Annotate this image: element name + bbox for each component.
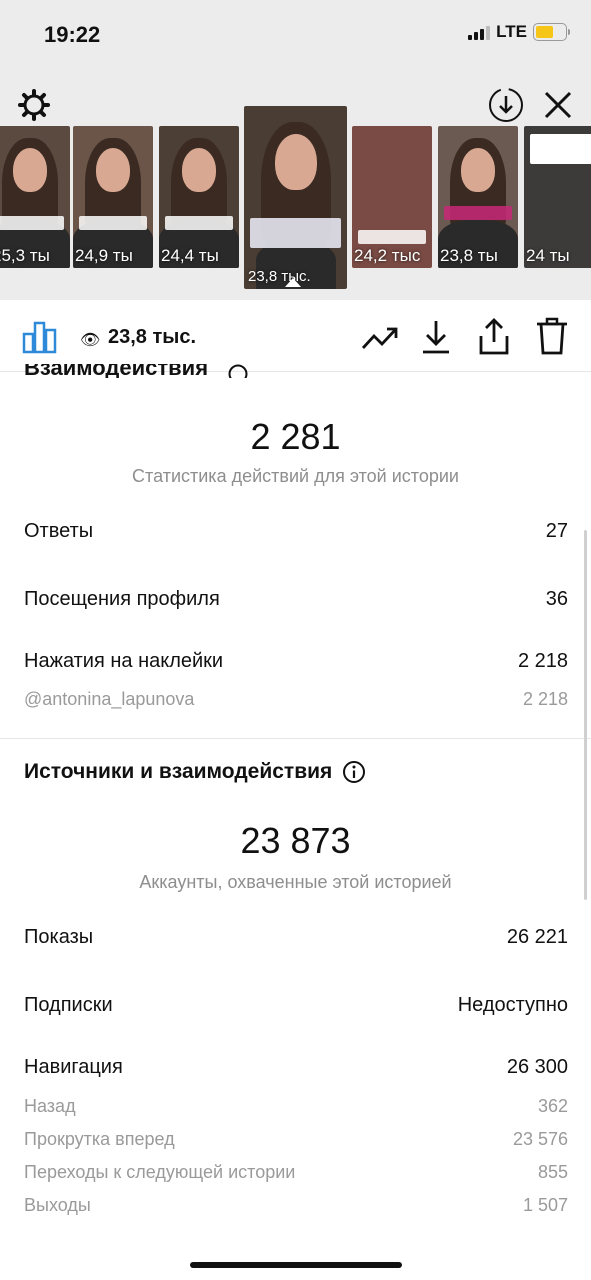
nav-subrow-next-story: Переходы к следующей истории 855 [24, 1162, 568, 1183]
story-thumbnail[interactable]: 24,4 ты [159, 126, 239, 268]
sources-subtitle: Аккаунты, охваченные этой историей [139, 872, 452, 892]
battery-icon [533, 23, 570, 41]
share-button[interactable] [476, 316, 512, 356]
story-view-count: 24,9 ты [75, 246, 133, 265]
story-view-count: 24,2 тыс [354, 246, 421, 265]
stat-label: Нажатия на наклейки [24, 650, 224, 672]
download-circle-button[interactable] [486, 85, 526, 125]
story-thumbnail[interactable]: 24,9 ты [73, 126, 153, 268]
stat-value: Недоступно [457, 994, 568, 1016]
stat-label: Навигация [24, 1056, 123, 1078]
download-circle-icon [489, 88, 523, 122]
trash-icon [537, 317, 567, 355]
stat-value: 26 221 [506, 926, 568, 948]
stat-value: 2 218 [522, 689, 568, 709]
stat-label: Ответы [24, 520, 94, 542]
info-icon[interactable] [228, 364, 248, 378]
stat-value: 23 576 [512, 1129, 568, 1149]
interactions-total: 2 281 [250, 416, 341, 457]
scrollbar[interactable] [584, 530, 587, 900]
stat-label: Выходы [24, 1195, 91, 1215]
top-area: 19:22 LTE 5,3 ты 24,9 ты 24,4 ты 23,8 ты… [0, 0, 591, 300]
sources-heading: Источники и взаимодействия [24, 760, 366, 784]
stat-value: 2 218 [517, 650, 568, 672]
nav-subrow-exits: Выходы 1 507 [24, 1195, 568, 1216]
promote-button[interactable] [360, 320, 400, 356]
stat-row-profile-visits: Посещения профиля 36 [24, 588, 568, 611]
eye-icon: 👁︎ [80, 332, 101, 349]
stat-label: Подписки [24, 994, 113, 1016]
stat-subrow-sticker: @antonina_lapunova 2 218 [24, 689, 568, 710]
stat-label: Посещения профиля [24, 588, 220, 610]
stat-value: 27 [545, 520, 568, 542]
insights-button[interactable] [22, 320, 58, 354]
interactions-subtitle: Статистика действий для этой истории [132, 466, 459, 486]
story-view-count: 24 ты [526, 246, 570, 265]
download-button[interactable] [418, 318, 454, 356]
close-button[interactable] [538, 85, 578, 125]
story-view-count: 24,4 ты [161, 246, 219, 265]
stat-value: 1 507 [522, 1195, 568, 1215]
nav-subrow-forward: Прокрутка вперед 23 576 [24, 1129, 568, 1150]
share-icon [479, 318, 509, 355]
stat-row-navigation: Навигация 26 300 [24, 1056, 568, 1079]
stat-label: Показы [24, 926, 94, 948]
story-thumbnail[interactable]: 23,8 ты [438, 126, 518, 268]
section-divider [0, 738, 591, 739]
stat-value: 26 300 [506, 1056, 568, 1078]
stat-value: 36 [545, 588, 568, 610]
sources-total: 23 873 [240, 820, 351, 861]
selected-story-caret [285, 278, 301, 287]
stories-strip: 25,3 ты 24,9 ты 24,4 ты 23,8 тыс. 24,2 т… [0, 106, 591, 290]
delete-button[interactable] [534, 316, 570, 356]
download-icon [423, 321, 449, 354]
stat-row-impressions: Показы 26 221 [24, 926, 568, 949]
stat-label: Переходы к следующей истории [24, 1162, 296, 1182]
story-views: 23,8 тыс. [108, 326, 197, 348]
stat-row-replies: Ответы 27 [24, 520, 568, 543]
stat-label: Прокрутка вперед [24, 1129, 175, 1149]
network-label: LTE [496, 22, 527, 41]
stat-value: 855 [537, 1162, 568, 1182]
stat-row-follows: Подписки Недоступно [24, 994, 568, 1017]
nav-subrow-back: Назад 362 [24, 1096, 568, 1117]
stat-label: @antonina_lapunova [24, 689, 195, 709]
close-icon [544, 91, 572, 119]
info-icon[interactable] [342, 760, 366, 784]
story-toolbar: 👁︎ 23,8 тыс. [0, 300, 591, 372]
story-view-count: 25,3 ты [0, 246, 50, 265]
story-view-count: 23,8 тыс. [248, 268, 311, 285]
story-thumbnail[interactable]: 25,3 ты [0, 126, 70, 268]
stat-label: Назад [24, 1096, 76, 1116]
story-view-count: 23,8 ты [440, 246, 498, 265]
stat-row-sticker-taps: Нажатия на наклейки 2 218 [24, 650, 568, 673]
story-thumbnail[interactable]: 24,2 тыс [352, 126, 432, 268]
interactions-heading: Взаимодействия [24, 364, 209, 378]
sources-heading-text: Источники и взаимодействия [24, 760, 333, 783]
status-indicators: LTE [468, 22, 570, 42]
signal-icon [468, 24, 491, 40]
gear-icon [18, 89, 50, 121]
status-time: 19:22 [44, 22, 101, 47]
stat-value: 362 [537, 1096, 568, 1116]
trending-up-icon [361, 327, 398, 349]
story-thumbnail-selected[interactable]: 23,8 тыс. [244, 106, 347, 289]
story-thumbnail[interactable]: 24 ты [524, 126, 591, 268]
settings-button[interactable] [14, 85, 54, 125]
bar-chart-icon [22, 321, 57, 354]
home-indicator[interactable] [190, 1262, 402, 1268]
